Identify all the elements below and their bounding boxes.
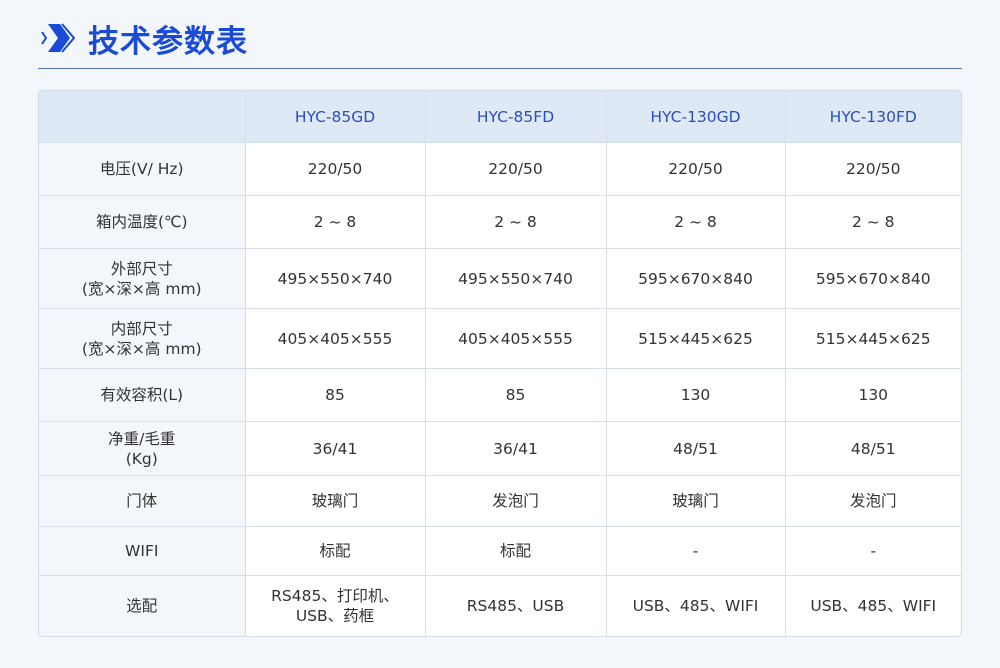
table-cell: 2 ~ 8 [606, 195, 786, 249]
table-cell: 玻璃门 [606, 475, 786, 527]
page-title: 技术参数表 [88, 23, 248, 60]
table-cell: USB、485、WIFI [785, 575, 961, 636]
table-row: WIFI 标配 标配 - - [39, 526, 961, 576]
table-cell: RS485、打印机、 USB、药框 [245, 575, 426, 636]
row-label-cell: 有效容积(L) [39, 368, 246, 422]
row-label-line: 净重/毛重 [108, 429, 176, 448]
table-cell: 405×405×555 [245, 308, 426, 369]
table-row: 选配 RS485、打印机、 USB、药框 RS485、USB USB、485、WIFI U… [39, 575, 961, 636]
row-label-line: (宽×深×高 mm) [81, 339, 202, 358]
row-label-cell: 选配 [39, 575, 246, 636]
table-cell: - [606, 526, 786, 576]
spec-table-container: HYC-85GD HYC-85FD HYC-130GD HYC-130FD 电压… [38, 90, 962, 637]
row-label-line: 内部尺寸 [110, 319, 173, 338]
table-header-row: HYC-85GD HYC-85FD HYC-130GD HYC-130FD [39, 91, 961, 143]
row-label-cell: WIFI [39, 526, 246, 576]
table-cell: 标配 [245, 526, 426, 576]
table-row: 箱内温度(℃) 2 ~ 82 ~ 82 ~ 82 ~ 8 [39, 195, 961, 249]
table-row: 外部尺寸 (宽×深×高 mm) 495×550×740 495×550×740 595×… [39, 248, 961, 309]
table-cell: 220/50 [245, 142, 426, 196]
table-cell: 85 [425, 368, 607, 422]
table-cell: - [785, 526, 961, 576]
row-label-line: 门体 [126, 492, 158, 510]
chevron-right-icon [41, 23, 75, 53]
table-cell: 515×445×625 [606, 308, 786, 369]
row-label-line: 箱内温度(℃) [95, 213, 188, 231]
column-header: HYC-85GD [245, 91, 426, 143]
column-header: HYC-130GD [606, 91, 786, 143]
table-cell: 2 ~ 8 [785, 195, 961, 249]
row-label-cell: 内部尺寸 (宽×深×高 mm) [39, 308, 246, 369]
table-row: 门体 玻璃门 发泡门 玻璃门 发泡门 [39, 475, 961, 527]
row-label-line: 选配 [126, 596, 158, 615]
table-cell: 48/51 [785, 421, 961, 476]
table-cell: 发泡门 [425, 475, 607, 527]
table-cell: 2 ~ 8 [425, 195, 607, 249]
row-label-line: 外部尺寸 [110, 259, 173, 278]
cell-line: USB、药框 [295, 606, 375, 625]
table-cell: 标配 [425, 526, 607, 576]
table-cell: 36/41 [425, 421, 607, 476]
table-cell: 595×670×840 [606, 248, 786, 309]
table-row: 有效容积(L) 85 85 130 130 [39, 368, 961, 422]
table-cell: 220/50 [606, 142, 786, 196]
table-cell: RS485、USB [425, 575, 607, 636]
row-label-line: 有效容积(L) [100, 386, 184, 404]
title-divider [38, 68, 962, 69]
table-cell: 220/50 [425, 142, 607, 196]
cell-line: USB、485、WIFI [632, 596, 759, 615]
row-label-cell: 外部尺寸 (宽×深×高 mm) [39, 248, 246, 309]
table-cell: 495×550×740 [425, 248, 607, 309]
column-header: HYC-85FD [425, 91, 607, 143]
table-body: 电压(V/ Hz) 220/50 220/50 220/50 220/50 箱内温度(℃)… [39, 142, 961, 636]
table-cell: 85 [245, 368, 426, 422]
row-label-cell: 净重/毛重 (Kg) [39, 421, 246, 476]
table-row: 电压(V/ Hz) 220/50 220/50 220/50 220/50 [39, 142, 961, 196]
table-cell: 48/51 [606, 421, 786, 476]
column-header: HYC-130FD [785, 91, 961, 143]
table-cell: 220/50 [785, 142, 961, 196]
row-label-line: (宽×深×高 mm) [81, 279, 202, 298]
table-cell: 515×445×625 [785, 308, 961, 369]
page-header: 技术参数表 [38, 14, 248, 62]
table-cell: USB、485、WIFI [606, 575, 786, 636]
table-cell: 595×670×840 [785, 248, 961, 309]
table-cell: 36/41 [245, 421, 426, 476]
header-corner-cell [39, 91, 246, 143]
table-cell: 130 [606, 368, 786, 422]
row-label-cell: 门体 [39, 475, 246, 527]
table-cell: 495×550×740 [245, 248, 426, 309]
table-cell: 405×405×555 [425, 308, 607, 369]
row-label-line: 电压(V/ Hz) [99, 160, 184, 178]
row-label-line: (Kg) [125, 449, 158, 468]
table-row: 内部尺寸 (宽×深×高 mm) 405×405×555 405×405×555 515×… [39, 308, 961, 369]
spec-table: HYC-85GD HYC-85FD HYC-130GD HYC-130FD 电压… [39, 91, 961, 636]
table-cell: 2 ~ 8 [245, 195, 426, 249]
row-label-cell: 电压(V/ Hz) [39, 142, 246, 196]
cell-line: USB、485、WIFI [810, 596, 937, 615]
row-label-line: WIFI [125, 542, 159, 560]
cell-line: RS485、USB [466, 596, 565, 615]
cell-line: RS485、打印机、 [271, 586, 399, 605]
table-cell: 130 [785, 368, 961, 422]
row-label-cell: 箱内温度(℃) [39, 195, 246, 249]
table-cell: 发泡门 [785, 475, 961, 527]
table-row: 净重/毛重 (Kg) 36/41 36/41 48/51 48/51 [39, 421, 961, 476]
table-cell: 玻璃门 [245, 475, 426, 527]
